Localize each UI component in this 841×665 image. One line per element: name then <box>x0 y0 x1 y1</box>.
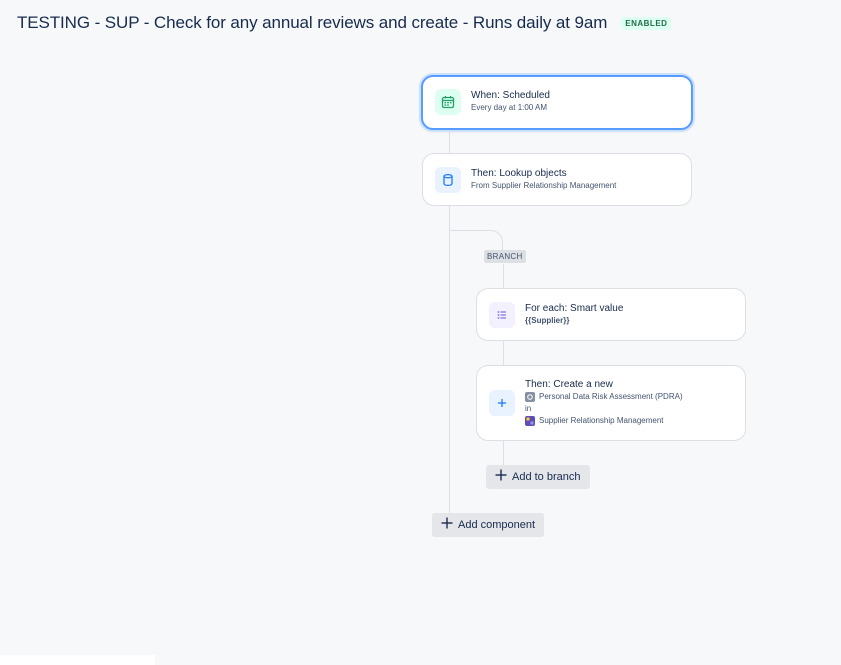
create-title: Then: Create a new <box>525 378 613 390</box>
create-object-card[interactable]: Then: Create a new Personal Data Risk As… <box>476 365 746 441</box>
for-each-subtitle: {{Supplier}} <box>525 316 570 325</box>
trigger-title: When: Scheduled <box>471 90 550 101</box>
plus-icon <box>489 390 515 416</box>
schema-icon <box>525 415 535 426</box>
trigger-card[interactable]: When: Scheduled Every day at 1:00 AM <box>421 75 693 130</box>
status-badge: ENABLED <box>621 16 672 30</box>
connector-line <box>503 441 504 465</box>
automation-rule-canvas: TESTING - SUP - Check for any annual rev… <box>0 0 841 665</box>
for-each-card[interactable]: For each: Smart value {{Supplier}} <box>476 288 746 341</box>
add-to-branch-button[interactable]: Add to branch <box>486 465 590 489</box>
lookup-objects-card[interactable]: Then: Lookup objects From Supplier Relat… <box>422 153 692 206</box>
branch-label: BRANCH <box>484 250 526 263</box>
lookup-subtitle: From Supplier Relationship Management <box>471 181 617 190</box>
object-type-icon <box>525 391 535 402</box>
create-in-label: in <box>525 403 532 413</box>
calendar-icon <box>435 89 461 115</box>
add-to-branch-label: Add to branch <box>512 471 581 483</box>
for-each-title: For each: Smart value <box>525 303 624 314</box>
bottom-panel-edge <box>0 655 155 665</box>
list-icon <box>489 302 515 328</box>
rule-header: TESTING - SUP - Check for any annual rev… <box>17 11 672 35</box>
trigger-subtitle: Every day at 1:00 AM <box>471 103 548 112</box>
add-component-label: Add component <box>458 519 536 531</box>
database-icon <box>435 167 461 193</box>
connector-line <box>449 129 450 154</box>
object-type-label: Personal Data Risk Assessment (PDRA) <box>539 391 683 401</box>
connector-line <box>503 341 504 366</box>
plus-icon <box>441 517 453 533</box>
plus-icon <box>495 469 507 485</box>
add-component-button[interactable]: Add component <box>432 513 545 537</box>
connector-line <box>503 264 504 289</box>
lookup-title: Then: Lookup objects <box>471 168 567 179</box>
rule-title: TESTING - SUP - Check for any annual rev… <box>17 13 608 32</box>
schema-label: Supplier Relationship Management <box>539 415 664 425</box>
